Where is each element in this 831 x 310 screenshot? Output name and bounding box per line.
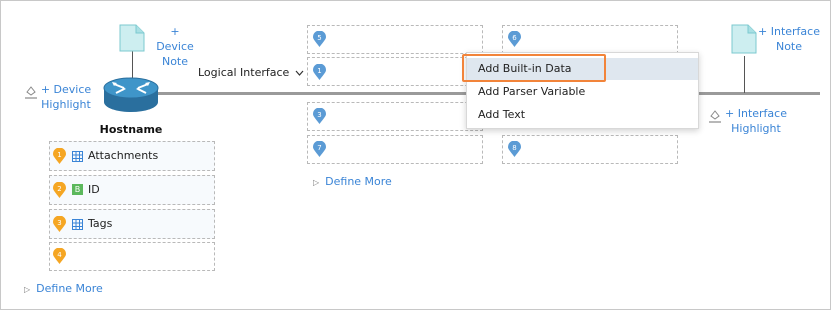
expand-triangle-icon: ▷ [313,178,320,187]
orange-pin-icon: 2 [53,181,66,198]
device-data-slot-2[interactable]: 2 B ID [49,175,215,205]
define-more-label: Define More [36,282,103,295]
expand-triangle-icon: ▷ [24,285,31,294]
svg-text:6: 6 [512,34,517,42]
hostname-label[interactable]: Hostname [98,123,164,136]
interface-highlight-icon[interactable] [708,108,722,128]
blue-pin-icon: 8 [508,140,521,157]
svg-text:2: 2 [57,185,61,193]
device-data-slot-4[interactable]: 4 [49,242,215,271]
logical-interface-dropdown[interactable]: Logical Interface [198,66,304,79]
blue-pin-icon: 7 [313,140,326,157]
interface-slot-3[interactable]: 3 [307,102,483,131]
menu-item-add-text[interactable]: Add Text [467,104,698,126]
blue-pin-icon: 5 [313,30,326,47]
svg-text:3: 3 [57,219,61,227]
router-icon[interactable] [102,76,160,120]
device-highlight-icon[interactable] [24,84,38,104]
chevron-down-icon [295,66,304,79]
svg-text:7: 7 [317,144,321,152]
menu-highlight-outline [462,54,606,82]
add-interface-note-link[interactable]: + Interface Note [758,24,820,54]
device-data-slot-1[interactable]: 1 Attachments [49,141,215,171]
svg-text:5: 5 [317,34,321,42]
blue-pin-icon: 6 [508,30,521,47]
device-define-more-link[interactable]: ▷ Define More [24,281,103,297]
interface-slot-6[interactable]: 6 [502,25,678,54]
b-badge-icon: B [72,184,83,195]
orange-pin-icon: 3 [53,215,66,232]
interface-note-connector [744,56,745,93]
data-slot-label: Tags [88,217,113,230]
svg-text:1: 1 [317,67,321,75]
interface-slot-1[interactable]: 1 [307,57,483,86]
svg-text:1: 1 [57,151,61,159]
interface-slot-8[interactable]: 8 [502,135,678,164]
orange-pin-icon: 1 [53,147,66,164]
define-more-label: Define More [325,175,392,188]
grid-icon [72,151,83,165]
device-note-icon[interactable] [119,24,145,56]
interface-define-more-link[interactable]: ▷ Define More [313,174,392,190]
device-data-slot-3[interactable]: 3 Tags [49,209,215,239]
data-slot-label: ID [88,183,100,196]
blue-pin-icon: 1 [313,63,326,80]
menu-item-add-parser-variable[interactable]: Add Parser Variable [467,81,698,103]
data-slot-label: Attachments [88,149,159,162]
logical-interface-label: Logical Interface [198,66,290,79]
svg-text:3: 3 [317,111,321,119]
svg-text:8: 8 [512,144,516,152]
interface-note-icon[interactable] [731,24,757,58]
add-interface-highlight-link[interactable]: + Interface Highlight [722,106,790,136]
add-device-highlight-link[interactable]: + Device Highlight [38,82,94,112]
grid-icon [72,219,83,233]
svg-text:4: 4 [57,251,62,259]
orange-pin-icon: 4 [53,247,66,264]
blue-pin-icon: 3 [313,107,326,124]
add-device-note-link[interactable]: + Device Note [150,24,200,69]
interface-slot-5[interactable]: 5 [307,25,483,54]
interface-slot-7[interactable]: 7 [307,135,483,164]
